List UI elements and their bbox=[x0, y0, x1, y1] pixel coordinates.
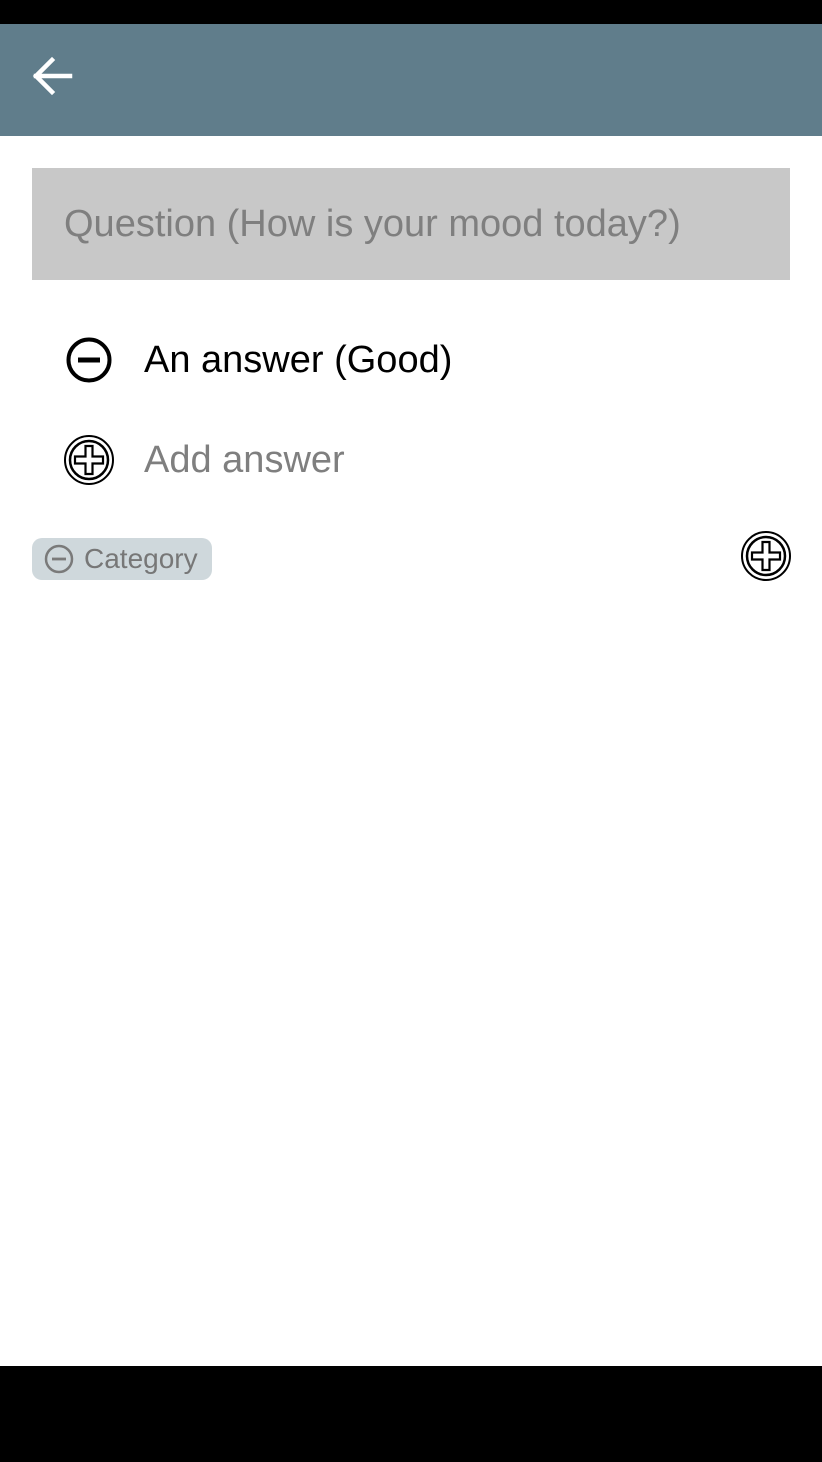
content-area: An answer (Good) Category bbox=[0, 136, 822, 1366]
add-answer-row bbox=[62, 430, 762, 490]
plus-circle-icon bbox=[741, 531, 791, 581]
navigation-bar bbox=[0, 1366, 822, 1462]
answer-row: An answer (Good) bbox=[62, 330, 762, 390]
category-chip-label: Category bbox=[84, 543, 198, 574]
status-bar bbox=[0, 0, 822, 24]
category-chip[interactable]: Category bbox=[32, 538, 212, 580]
add-answer-button[interactable] bbox=[62, 433, 116, 487]
minus-circle-icon bbox=[44, 544, 74, 574]
minus-circle-icon bbox=[66, 337, 112, 383]
remove-answer-button[interactable] bbox=[62, 333, 116, 387]
screen: An answer (Good) Category bbox=[0, 0, 822, 1462]
add-answer-input[interactable] bbox=[144, 438, 704, 482]
add-category-button[interactable] bbox=[740, 530, 792, 582]
arrow-left-icon bbox=[32, 56, 73, 96]
back-button[interactable] bbox=[20, 56, 84, 96]
app-bar bbox=[0, 24, 822, 136]
answer-label: An answer (Good) bbox=[144, 338, 453, 381]
question-input[interactable] bbox=[32, 168, 790, 280]
plus-circle-icon bbox=[64, 435, 114, 485]
